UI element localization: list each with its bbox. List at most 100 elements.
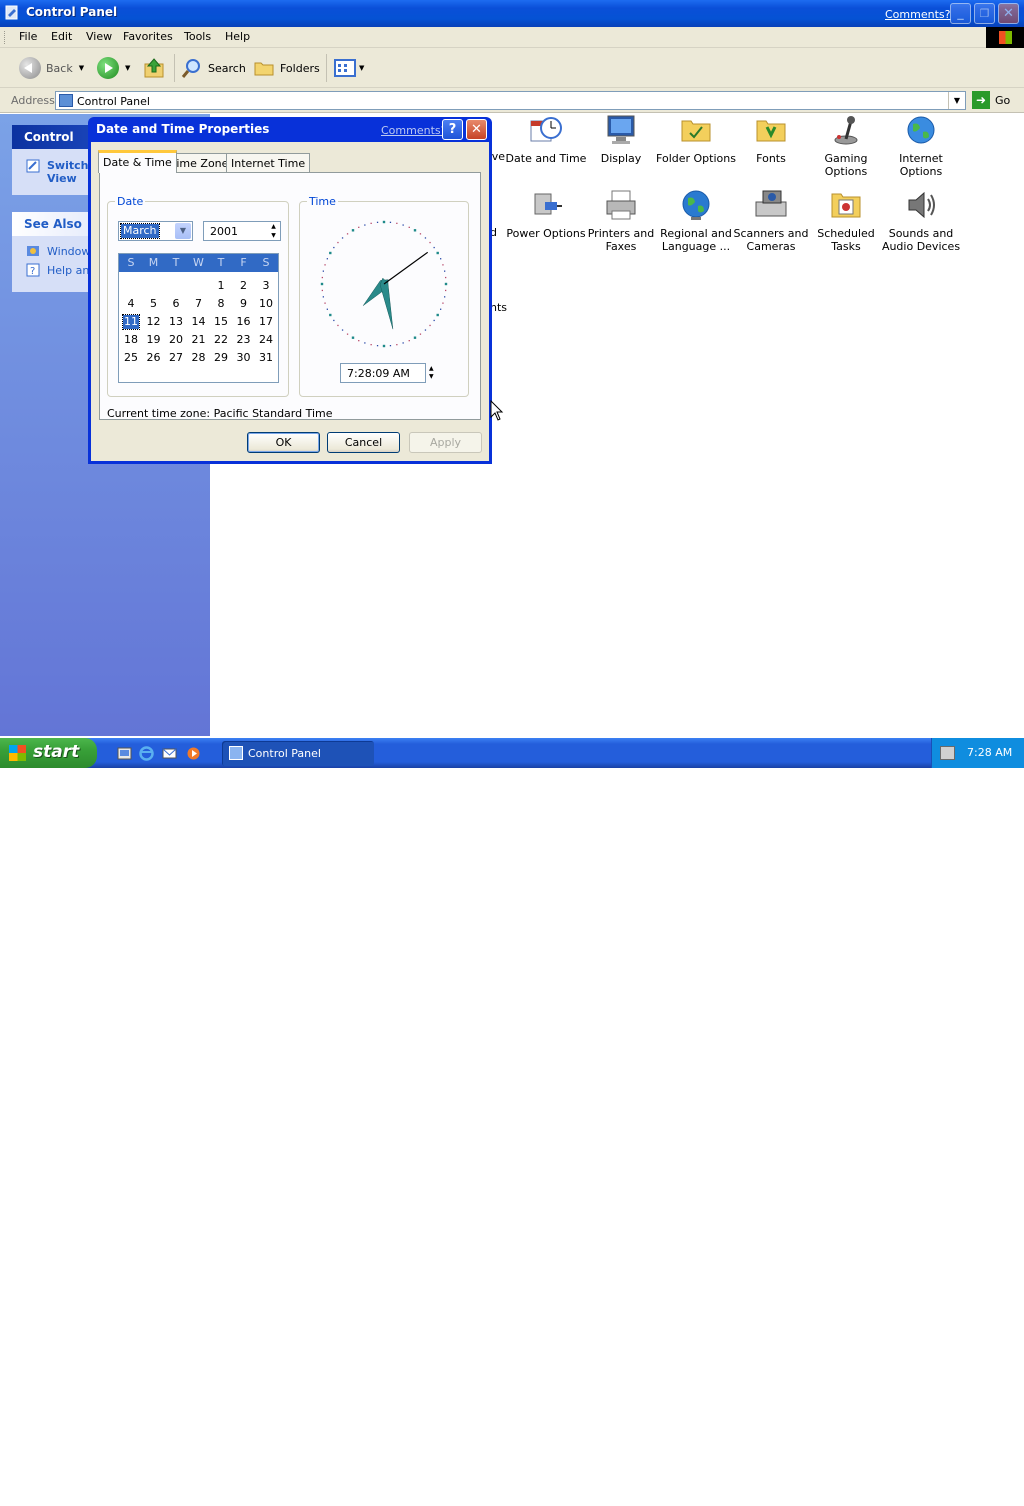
calendar-day[interactable]: 21 bbox=[191, 333, 207, 347]
calendar-day[interactable]: 30 bbox=[236, 351, 252, 365]
taskbar-button-control-panel[interactable]: Control Panel bbox=[222, 741, 374, 766]
calendar-day[interactable]: 24 bbox=[258, 333, 274, 347]
dialog-comments-link[interactable]: Comments? bbox=[381, 124, 446, 137]
calendar-day[interactable]: 15 bbox=[213, 315, 229, 329]
clock-minute-mark bbox=[424, 329, 427, 331]
cp-item-sounds-and-audio[interactable]: Sounds and Audio Devices bbox=[878, 188, 964, 253]
month-calendar[interactable]: SMTWTFS 1 2 3 4 5 6 7 8 9 10 11 12 13 14 15 16 17 18 19 20 2… bbox=[118, 253, 279, 383]
help-button[interactable]: ? bbox=[442, 119, 463, 140]
calendar-day[interactable]: 19 bbox=[146, 333, 162, 347]
calendar-day[interactable]: 31 bbox=[258, 351, 274, 365]
menu-edit[interactable]: Edit bbox=[51, 30, 72, 43]
cp-item-folder-options[interactable]: Folder Options bbox=[653, 113, 739, 165]
month-select[interactable]: March ▼ bbox=[118, 221, 193, 241]
calendar-day[interactable]: 12 bbox=[146, 315, 162, 329]
chevron-down-icon[interactable]: ▼ bbox=[948, 92, 965, 109]
chevron-down-icon[interactable]: ▼ bbox=[125, 64, 130, 72]
calendar-day[interactable]: 29 bbox=[213, 351, 229, 365]
up-folder-button[interactable] bbox=[143, 57, 165, 79]
calendar-day[interactable]: 17 bbox=[258, 315, 274, 329]
time-stepper[interactable]: 7:28:09 AM bbox=[340, 363, 426, 383]
cp-item-fonts[interactable]: Fonts bbox=[728, 113, 814, 165]
year-stepper[interactable]: 2001 ▲ ▼ bbox=[203, 221, 281, 241]
go-button[interactable]: ➜ Go bbox=[972, 91, 1010, 109]
folders-button[interactable]: Folders bbox=[253, 57, 320, 79]
calendar-day[interactable]: 3 bbox=[258, 279, 274, 293]
cp-item-label: Sounds and Audio Devices bbox=[881, 227, 961, 253]
calendar-day[interactable]: 5 bbox=[146, 297, 162, 311]
calendar-day[interactable]: 1 bbox=[213, 279, 229, 293]
apply-button[interactable]: Apply bbox=[409, 432, 482, 453]
ok-button[interactable]: OK bbox=[247, 432, 320, 453]
cp-item-power-options[interactable]: Power Options bbox=[503, 188, 589, 240]
year-value: 2001 bbox=[210, 225, 238, 238]
calendar-day[interactable]: 9 bbox=[236, 297, 252, 311]
network-icon[interactable] bbox=[940, 746, 955, 760]
close-button[interactable]: ✕ bbox=[998, 3, 1019, 24]
chevron-down-icon[interactable]: ▼ bbox=[359, 64, 364, 72]
menu-tools[interactable]: Tools bbox=[184, 30, 211, 43]
calendar-day[interactable]: 23 bbox=[236, 333, 252, 347]
menu-view[interactable]: View bbox=[86, 30, 112, 43]
comments-link[interactable]: Comments? bbox=[885, 8, 950, 21]
cp-item-regional-and-language[interactable]: Regional and Language ... bbox=[653, 188, 739, 253]
calendar-day[interactable]: 28 bbox=[191, 351, 207, 365]
calendar-day[interactable]: 4 bbox=[123, 297, 139, 311]
calendar-day[interactable]: 20 bbox=[168, 333, 184, 347]
cp-item-scanners-and-cameras[interactable]: Scanners and Cameras bbox=[728, 188, 814, 253]
calendar-day[interactable]: 26 bbox=[146, 351, 162, 365]
calendar-day[interactable]: 18 bbox=[123, 333, 139, 347]
search-button[interactable]: Search bbox=[181, 57, 246, 79]
menu-file[interactable]: File bbox=[19, 30, 37, 43]
cancel-button[interactable]: Cancel bbox=[327, 432, 400, 453]
switch-view-link[interactable]: Switch View bbox=[47, 159, 88, 185]
address-input[interactable]: Control Panel ▼ bbox=[55, 91, 966, 110]
clock-minute-mark bbox=[389, 221, 392, 223]
cp-item-display[interactable]: Display bbox=[578, 113, 664, 165]
calendar-day[interactable]: 2 bbox=[236, 279, 252, 293]
menu-favorites[interactable]: Favorites bbox=[123, 30, 173, 43]
minimize-button[interactable]: _ bbox=[950, 3, 971, 24]
maximize-button[interactable]: ❐ bbox=[974, 3, 995, 24]
calendar-day[interactable]: 7 bbox=[191, 297, 207, 311]
cp-item-gaming-options[interactable]: Gaming Options bbox=[803, 113, 889, 178]
menu-help[interactable]: Help bbox=[225, 30, 250, 43]
cp-item-internet-options[interactable]: Internet Options bbox=[878, 113, 964, 178]
internet-explorer-icon[interactable] bbox=[139, 746, 154, 761]
dialog-close-button[interactable]: ✕ bbox=[466, 119, 487, 140]
spin-down-icon[interactable]: ▼ bbox=[429, 373, 434, 380]
window-titlebar[interactable]: Control Panel Comments? _ ❐ ✕ bbox=[0, 0, 1024, 27]
calendar-day[interactable]: 22 bbox=[213, 333, 229, 347]
calendar-day[interactable]: 11 bbox=[122, 314, 140, 330]
start-button[interactable]: start bbox=[0, 738, 97, 768]
tab-date-time[interactable]: Date & Time bbox=[98, 150, 177, 173]
clock-minute-mark bbox=[333, 319, 335, 322]
outlook-express-icon[interactable] bbox=[162, 746, 177, 761]
dialog-titlebar[interactable]: Date and Time Properties Comments? ? ✕ bbox=[88, 117, 492, 142]
clock-minute-mark bbox=[376, 345, 379, 347]
forward-button[interactable]: ▼ bbox=[97, 57, 130, 79]
show-desktop-icon[interactable] bbox=[117, 746, 132, 761]
calendar-day[interactable]: 6 bbox=[168, 297, 184, 311]
calendar-day[interactable]: 8 bbox=[213, 297, 229, 311]
calendar-day[interactable]: 10 bbox=[258, 297, 274, 311]
chevron-down-icon[interactable]: ▼ bbox=[175, 223, 191, 239]
tab-internet-time[interactable]: Internet Time bbox=[226, 153, 311, 172]
cp-item-printers-and-faxes[interactable]: Printers and Faxes bbox=[578, 188, 664, 253]
calendar-day[interactable]: 14 bbox=[191, 315, 207, 329]
spin-up-icon[interactable]: ▲ bbox=[267, 222, 280, 231]
cp-item-date-and-time[interactable]: Date and Time bbox=[503, 113, 589, 165]
views-button[interactable]: ▼ bbox=[334, 57, 364, 79]
tray-clock[interactable]: 7:28 AM bbox=[967, 746, 1012, 759]
spin-up-icon[interactable]: ▲ bbox=[429, 365, 434, 372]
calendar-day[interactable]: 13 bbox=[168, 315, 184, 329]
calendar-day[interactable]: 27 bbox=[168, 351, 184, 365]
media-player-icon[interactable] bbox=[186, 746, 201, 761]
chevron-down-icon[interactable]: ▼ bbox=[79, 64, 84, 72]
cp-item-partial-label[interactable]: nts bbox=[490, 301, 507, 314]
back-button[interactable]: Back ▼ bbox=[19, 57, 84, 79]
calendar-day[interactable]: 16 bbox=[236, 315, 252, 329]
spin-down-icon[interactable]: ▼ bbox=[267, 231, 280, 240]
cp-item-scheduled-tasks[interactable]: Scheduled Tasks bbox=[803, 188, 889, 253]
calendar-day[interactable]: 25 bbox=[123, 351, 139, 365]
